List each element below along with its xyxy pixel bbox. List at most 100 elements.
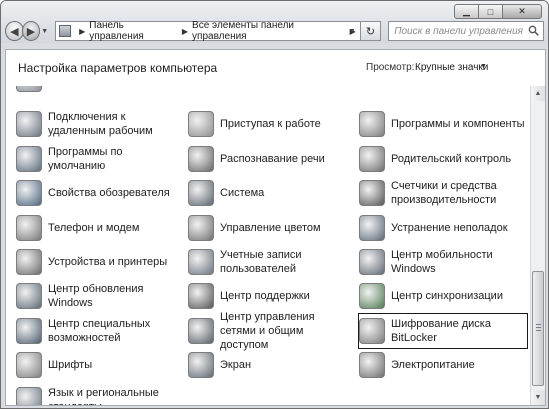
bitlocker-icon [359, 317, 385, 344]
control-panel-item[interactable]: Подключения к удаленным рабочим [16, 107, 181, 141]
minimize-button[interactable]: ▁ [454, 4, 479, 19]
control-panel-item[interactable]: Счетчики и средства производительности [359, 176, 527, 210]
item-label: Центр специальных возможностей [48, 317, 151, 344]
phone-modem-icon [16, 214, 42, 241]
control-panel-item[interactable]: Учетные записи пользователей [188, 245, 353, 279]
parental-control-icon [359, 145, 385, 172]
control-panel-item[interactable]: Центр поддержки [188, 279, 353, 313]
item-label: Распознавание речи [220, 152, 325, 165]
forward-button[interactable]: ▶ [21, 21, 41, 41]
search-icon[interactable] [528, 25, 539, 36]
action-center-icon [188, 283, 214, 310]
item-label: Телефон и модем [48, 221, 140, 234]
breadcrumb-all-items[interactable]: Все элементы панели управления [192, 20, 346, 42]
item-label: Программы и компоненты [391, 118, 525, 131]
breadcrumb-control-panel[interactable]: Панель управления [89, 20, 178, 42]
close-button[interactable]: ✕ [502, 4, 542, 19]
maximize-button[interactable]: □ [478, 4, 503, 19]
item-label: Свойства обозревателя [48, 187, 170, 200]
control-panel-item[interactable]: Шифрование диска BitLocker [358, 312, 528, 349]
getting-started-icon [188, 111, 214, 138]
recent-pages-dropdown[interactable]: ▼ [41, 28, 50, 35]
item-label: Центр мобильности Windows [391, 249, 493, 275]
item-label: Шрифты [48, 359, 93, 372]
display-icon [188, 352, 214, 379]
item-label: Устройства и принтеры [48, 256, 168, 268]
control-panel-item[interactable]: Система [188, 176, 353, 210]
chevron-down-icon[interactable]: ▼ [480, 63, 487, 70]
view-label: Просмотр: [366, 62, 415, 73]
performance-icon [359, 180, 385, 207]
control-panel-item[interactable]: Центр специальных возможностей [16, 314, 181, 348]
item-label: Программы по умолчанию [48, 145, 123, 172]
control-panel-item[interactable]: Электропитание [359, 348, 527, 382]
default-programs-icon [16, 145, 42, 172]
item-label: Система [220, 187, 265, 200]
control-panel-item[interactable]: Свойства обозревателя [16, 176, 181, 210]
navigation-row: ◀ ▶ ▼ ▶ Панель управления ▶ Все элементы… [5, 19, 544, 43]
item-label: Приступая к работе [220, 118, 321, 131]
items-scroll-area[interactable]: Индексирование Подключения к удаленным ра… [6, 86, 530, 405]
item-label: Центр синхронизации [391, 290, 503, 303]
color-management-icon [188, 214, 214, 241]
programs-icon [359, 111, 385, 138]
control-panel-item[interactable]: Центр обновления Windows [16, 279, 181, 313]
control-panel-window: ▁ □ ✕ ◀ ▶ ▼ ▶ Панель управления ▶ Все эл… [0, 0, 549, 409]
sync-center-icon [359, 283, 385, 310]
item-label: Родительский контроль [391, 152, 512, 165]
content-header: Настройка параметров компьютера Просмотр… [6, 50, 545, 86]
address-bar[interactable]: ▶ Панель управления ▶ Все элементы панел… [54, 20, 361, 42]
control-panel-item[interactable]: Программы по умолчанию [16, 142, 181, 176]
item-label: Устранение неполадок [391, 221, 508, 234]
back-button[interactable]: ◀ [5, 21, 24, 41]
user-accounts-icon [188, 249, 214, 275]
control-panel-item[interactable]: Управление цветом [188, 211, 353, 245]
scroll-up-button[interactable]: ▲ [531, 86, 545, 101]
control-panel-item[interactable]: Программы и компоненты [359, 107, 527, 141]
item-label: Центр поддержки [220, 290, 310, 303]
indexing-icon [16, 86, 42, 92]
control-panel-item[interactable]: Устройства и принтеры [16, 245, 181, 279]
windows-update-icon [16, 283, 42, 310]
view-mode-dropdown[interactable]: Крупные значки [415, 62, 488, 73]
item-label: Экран [220, 359, 252, 372]
control-panel-item[interactable]: Шрифты [16, 348, 181, 382]
control-panel-item[interactable]: Центр мобильности Windows [359, 245, 527, 279]
control-panel-item[interactable]: Центр синхронизации [359, 279, 527, 313]
item-label: Центр управления сетями и общим доступом [220, 310, 315, 351]
title-bar: ▁ □ ✕ ◀ ▶ ▼ ▶ Панель управления ▶ Все эл… [1, 1, 548, 43]
page-title: Настройка параметров компьютера [18, 61, 218, 75]
control-panel-item[interactable]: Приступая к работе [188, 107, 353, 141]
ease-of-access-icon [16, 317, 42, 344]
search-input[interactable]: Поиск в панели управления [388, 21, 544, 41]
breadcrumb-separator-icon[interactable]: ▶ [182, 27, 188, 36]
troubleshooting-icon [359, 214, 385, 241]
internet-options-icon [16, 180, 42, 207]
address-dropdown-icon[interactable]: ▼ [349, 28, 356, 35]
region-language-icon [16, 386, 42, 405]
control-panel-item[interactable]: Распознавание речи [188, 142, 353, 176]
speech-icon [188, 145, 214, 172]
control-panel-item[interactable]: Телефон и модем [16, 211, 181, 245]
control-panel-item[interactable]: Устранение неполадок [359, 211, 527, 245]
control-panel-item[interactable]: Индексирование [16, 86, 181, 96]
item-label: Счетчики и средства производительности [391, 180, 497, 207]
caption-buttons: ▁ □ ✕ [454, 4, 542, 19]
refresh-button[interactable]: ↻ [360, 21, 382, 41]
vertical-scrollbar[interactable]: ▲ ▼ [530, 86, 545, 405]
scroll-down-button[interactable]: ▼ [531, 390, 545, 405]
control-panel-item[interactable]: Центр управления сетями и общим доступом [188, 311, 353, 351]
content-pane: Настройка параметров компьютера Просмотр… [5, 49, 546, 406]
remote-desktop-icon [16, 111, 42, 138]
item-label: Язык и региональные стандарты [48, 386, 159, 405]
item-label: Управление цветом [220, 221, 321, 234]
devices-printers-icon [16, 249, 42, 275]
scroll-thumb[interactable] [532, 271, 544, 386]
control-panel-item[interactable]: Язык и региональные стандарты [16, 383, 181, 405]
breadcrumb-separator-icon[interactable]: ▶ [79, 27, 85, 36]
mobility-center-icon [359, 249, 385, 275]
control-panel-item[interactable]: Родительский контроль [359, 142, 527, 176]
item-label: Учетные записи пользователей [220, 249, 302, 275]
search-placeholder: Поиск в панели управления [394, 25, 523, 37]
control-panel-item[interactable]: Экран [188, 348, 353, 382]
